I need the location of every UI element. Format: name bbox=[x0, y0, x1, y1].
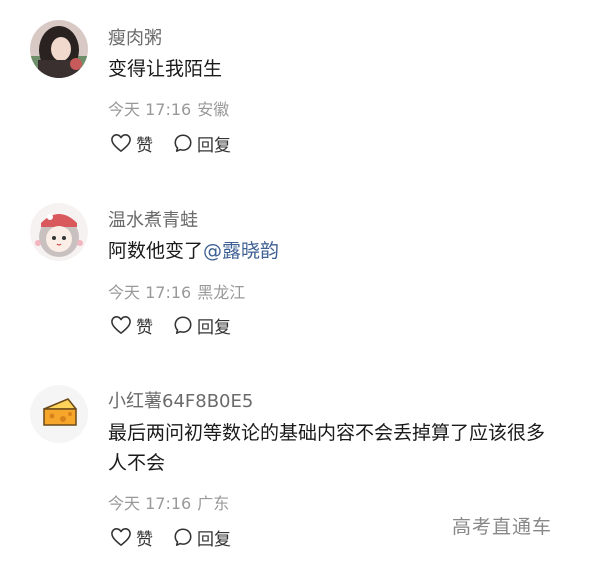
heart-icon bbox=[111, 316, 131, 334]
comment-text: 变得让我陌生 bbox=[108, 54, 558, 84]
avatar[interactable] bbox=[30, 203, 88, 261]
like-label: 赞 bbox=[136, 317, 153, 338]
comment-body: 最后两问初等数论的基础内容不会丢掉算了应该很多人不会 bbox=[108, 422, 546, 474]
like-button[interactable]: 赞 bbox=[110, 525, 153, 550]
avatar[interactable] bbox=[30, 385, 88, 443]
comment-actions: 赞 回复 bbox=[110, 131, 251, 156]
like-label: 赞 bbox=[136, 529, 153, 550]
comment-body: 阿数他变了 bbox=[108, 240, 204, 262]
watermark: 高考直通车 bbox=[452, 516, 553, 538]
mention-link[interactable]: @露晓韵 bbox=[203, 240, 279, 262]
comment-meta: 今天 17:16 黑龙江 bbox=[108, 279, 251, 303]
timestamp: 今天 17:16 bbox=[108, 494, 192, 513]
comment-meta: 今天 17:16 安徽 bbox=[108, 96, 235, 120]
reply-label: 回复 bbox=[197, 135, 231, 156]
cheese-avatar-icon bbox=[30, 385, 88, 443]
speech-bubble-icon bbox=[174, 528, 192, 546]
comment-text: 阿数他变了@露晓韵 bbox=[108, 236, 558, 266]
comment-actions: 赞 回复 bbox=[110, 313, 251, 338]
timestamp: 今天 17:16 bbox=[108, 283, 192, 302]
girl-photo-avatar-icon bbox=[30, 20, 88, 78]
comment-body: 变得让我陌生 bbox=[108, 58, 223, 80]
avatar[interactable] bbox=[30, 20, 88, 78]
username[interactable]: 小红薯64F8B0E5 bbox=[108, 387, 253, 413]
comment-meta: 今天 17:16 广东 bbox=[108, 490, 235, 514]
location: 安徽 bbox=[197, 100, 230, 119]
reply-label: 回复 bbox=[197, 529, 231, 550]
reply-label: 回复 bbox=[197, 317, 231, 338]
comment-text: 最后两问初等数论的基础内容不会丢掉算了应该很多人不会 bbox=[108, 418, 560, 478]
like-button[interactable]: 赞 bbox=[110, 131, 153, 156]
location: 广东 bbox=[197, 494, 230, 513]
username[interactable]: 瘦肉粥 bbox=[108, 24, 162, 50]
reply-button[interactable]: 回复 bbox=[173, 313, 231, 338]
location: 黑龙江 bbox=[197, 283, 246, 302]
heart-icon bbox=[111, 134, 131, 152]
reply-button[interactable]: 回复 bbox=[173, 131, 231, 156]
reply-button[interactable]: 回复 bbox=[173, 525, 231, 550]
like-label: 赞 bbox=[136, 135, 153, 156]
speech-bubble-icon bbox=[174, 316, 192, 334]
heart-icon bbox=[111, 528, 131, 546]
username[interactable]: 温水煮青蛙 bbox=[108, 206, 198, 232]
cartoon-girl-avatar-icon bbox=[30, 203, 88, 261]
timestamp: 今天 17:16 bbox=[108, 100, 192, 119]
like-button[interactable]: 赞 bbox=[110, 313, 153, 338]
comment-actions: 赞 回复 bbox=[110, 525, 251, 550]
speech-bubble-icon bbox=[174, 134, 192, 152]
